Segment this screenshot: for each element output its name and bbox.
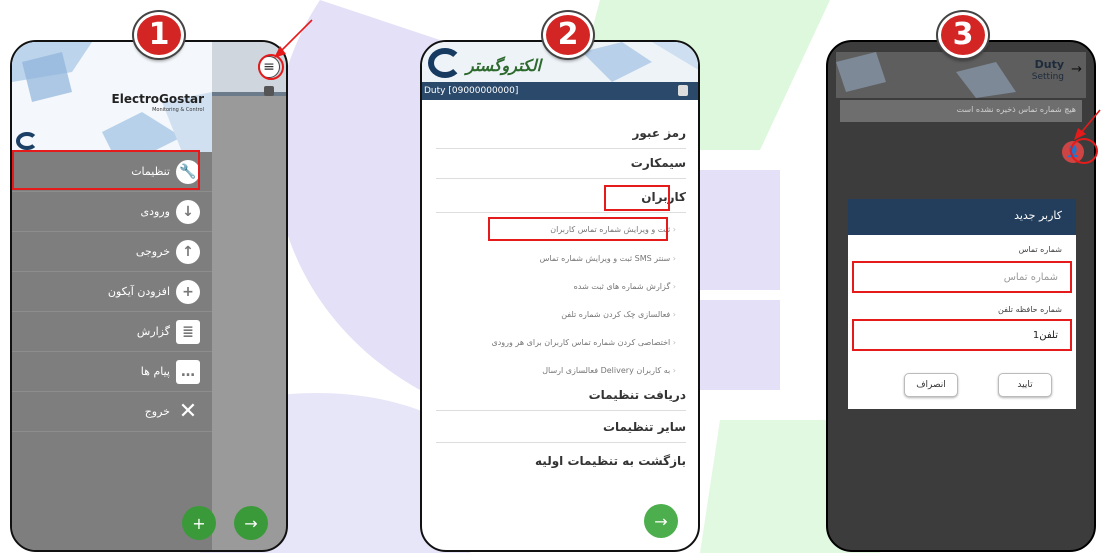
highlight-users	[604, 185, 670, 211]
phone-screen-1: ElectroGostar Monitoring & Control ≡ تنظ…	[10, 40, 288, 552]
highlight-register	[488, 217, 668, 241]
divider	[436, 178, 686, 179]
step-badge-3: 3	[938, 12, 988, 58]
drawer-header: ElectroGostar Monitoring & Control	[12, 42, 212, 152]
plus-icon: +	[176, 279, 200, 304]
menu-label: افزودن آیکون	[107, 285, 170, 298]
app-header: Duty Setting →	[836, 52, 1086, 98]
divider	[436, 410, 686, 411]
dialog-title: کاربر جدید	[848, 199, 1076, 235]
arrow-down-icon: ↓	[176, 199, 200, 224]
menu-item-output[interactable]: خروجی ↑	[12, 232, 212, 272]
section-password[interactable]: رمز عبور	[632, 126, 686, 140]
phone-label: شماره تماس	[1018, 245, 1062, 254]
pointer-arrow-icon	[1074, 109, 1101, 140]
users-item-sms-center[interactable]: ثبت و ویرایش شماره تماس SMS سنتر	[540, 254, 676, 263]
section-other-settings[interactable]: سایر تنظیمات	[603, 420, 686, 434]
phone-screen-2: الکتروگستر Duty [09000000000] رمز عبور س…	[420, 40, 700, 552]
users-item-assign-input[interactable]: اختصاصی کردن شماره تماس کاربران برای هر …	[491, 338, 676, 347]
empty-alert: هیچ شماره تماس ذخیره نشده است	[840, 100, 1082, 122]
menu-label: خروج	[144, 405, 170, 418]
new-user-dialog: کاربر جدید شماره تماس شماره تماس شماره ح…	[848, 199, 1076, 409]
arrow-up-icon: ↑	[176, 239, 200, 264]
app-bar-strip	[212, 92, 286, 96]
menu-item-add-icon[interactable]: افزودن آیکون +	[12, 272, 212, 312]
chat-icon: …	[176, 359, 200, 384]
section-simcard[interactable]: سیمکارت	[631, 156, 686, 170]
next-fab[interactable]: →	[644, 504, 678, 538]
section-receive-settings[interactable]: دریافت تنظیمات	[589, 388, 686, 402]
setting-subtitle: Setting	[1031, 72, 1064, 82]
highlight-phone	[852, 261, 1072, 293]
divider	[436, 212, 686, 213]
menu-item-messages[interactable]: پیام ها …	[12, 352, 212, 392]
divider	[436, 442, 686, 443]
step-badge-1: 1	[134, 12, 184, 58]
phone-screen-3: Duty Setting → هیچ شماره تماس ذخیره نشده…	[826, 40, 1096, 552]
brand-title: الکتروگستر	[466, 56, 542, 75]
highlight-memory	[852, 319, 1072, 351]
close-icon: ✕	[178, 399, 198, 424]
brand-subtitle: Monitoring & Control	[152, 107, 204, 113]
users-item-report[interactable]: گزارش شماره های ثبت شده	[574, 282, 676, 291]
logo-icon	[428, 48, 462, 78]
menu-label: پیام ها	[140, 365, 170, 378]
step-badge-2: 2	[543, 12, 593, 58]
back-arrow-icon[interactable]: →	[1071, 62, 1082, 77]
status-bar: Duty [09000000000]	[422, 82, 698, 100]
users-item-delivery[interactable]: فعالسازی ارسال Delivery به کاربران	[542, 366, 676, 375]
confirm-button[interactable]: تایید	[998, 373, 1052, 397]
menu-item-exit[interactable]: خروج ✕	[12, 392, 212, 432]
duty-title: Duty	[1034, 58, 1064, 71]
memory-label: شماره حافظه تلفن	[998, 305, 1062, 314]
sim-icon	[264, 86, 274, 96]
logo-icon	[16, 132, 38, 150]
menu-item-report[interactable]: گزارش ≣	[12, 312, 212, 352]
menu-item-input[interactable]: ورودی ↓	[12, 192, 212, 232]
add-fab[interactable]: +	[182, 506, 216, 540]
sim-icon	[678, 85, 688, 96]
users-item-check-number[interactable]: فعالسازی چک کردن شماره تلفن	[561, 310, 676, 319]
clipboard-icon: ≣	[176, 319, 200, 344]
pointer-arrow-icon	[274, 19, 313, 58]
menu-label: خروجی	[135, 245, 170, 258]
section-reset[interactable]: بازگشت به تنظیمات اولیه	[535, 454, 686, 468]
highlight-settings	[12, 150, 200, 190]
next-fab[interactable]: →	[234, 506, 268, 540]
cancel-button[interactable]: انصراف	[904, 373, 958, 397]
divider	[436, 148, 686, 149]
brand-title: ElectroGostar	[111, 92, 204, 106]
menu-label: ورودی	[140, 205, 170, 218]
menu-label: گزارش	[136, 325, 170, 338]
